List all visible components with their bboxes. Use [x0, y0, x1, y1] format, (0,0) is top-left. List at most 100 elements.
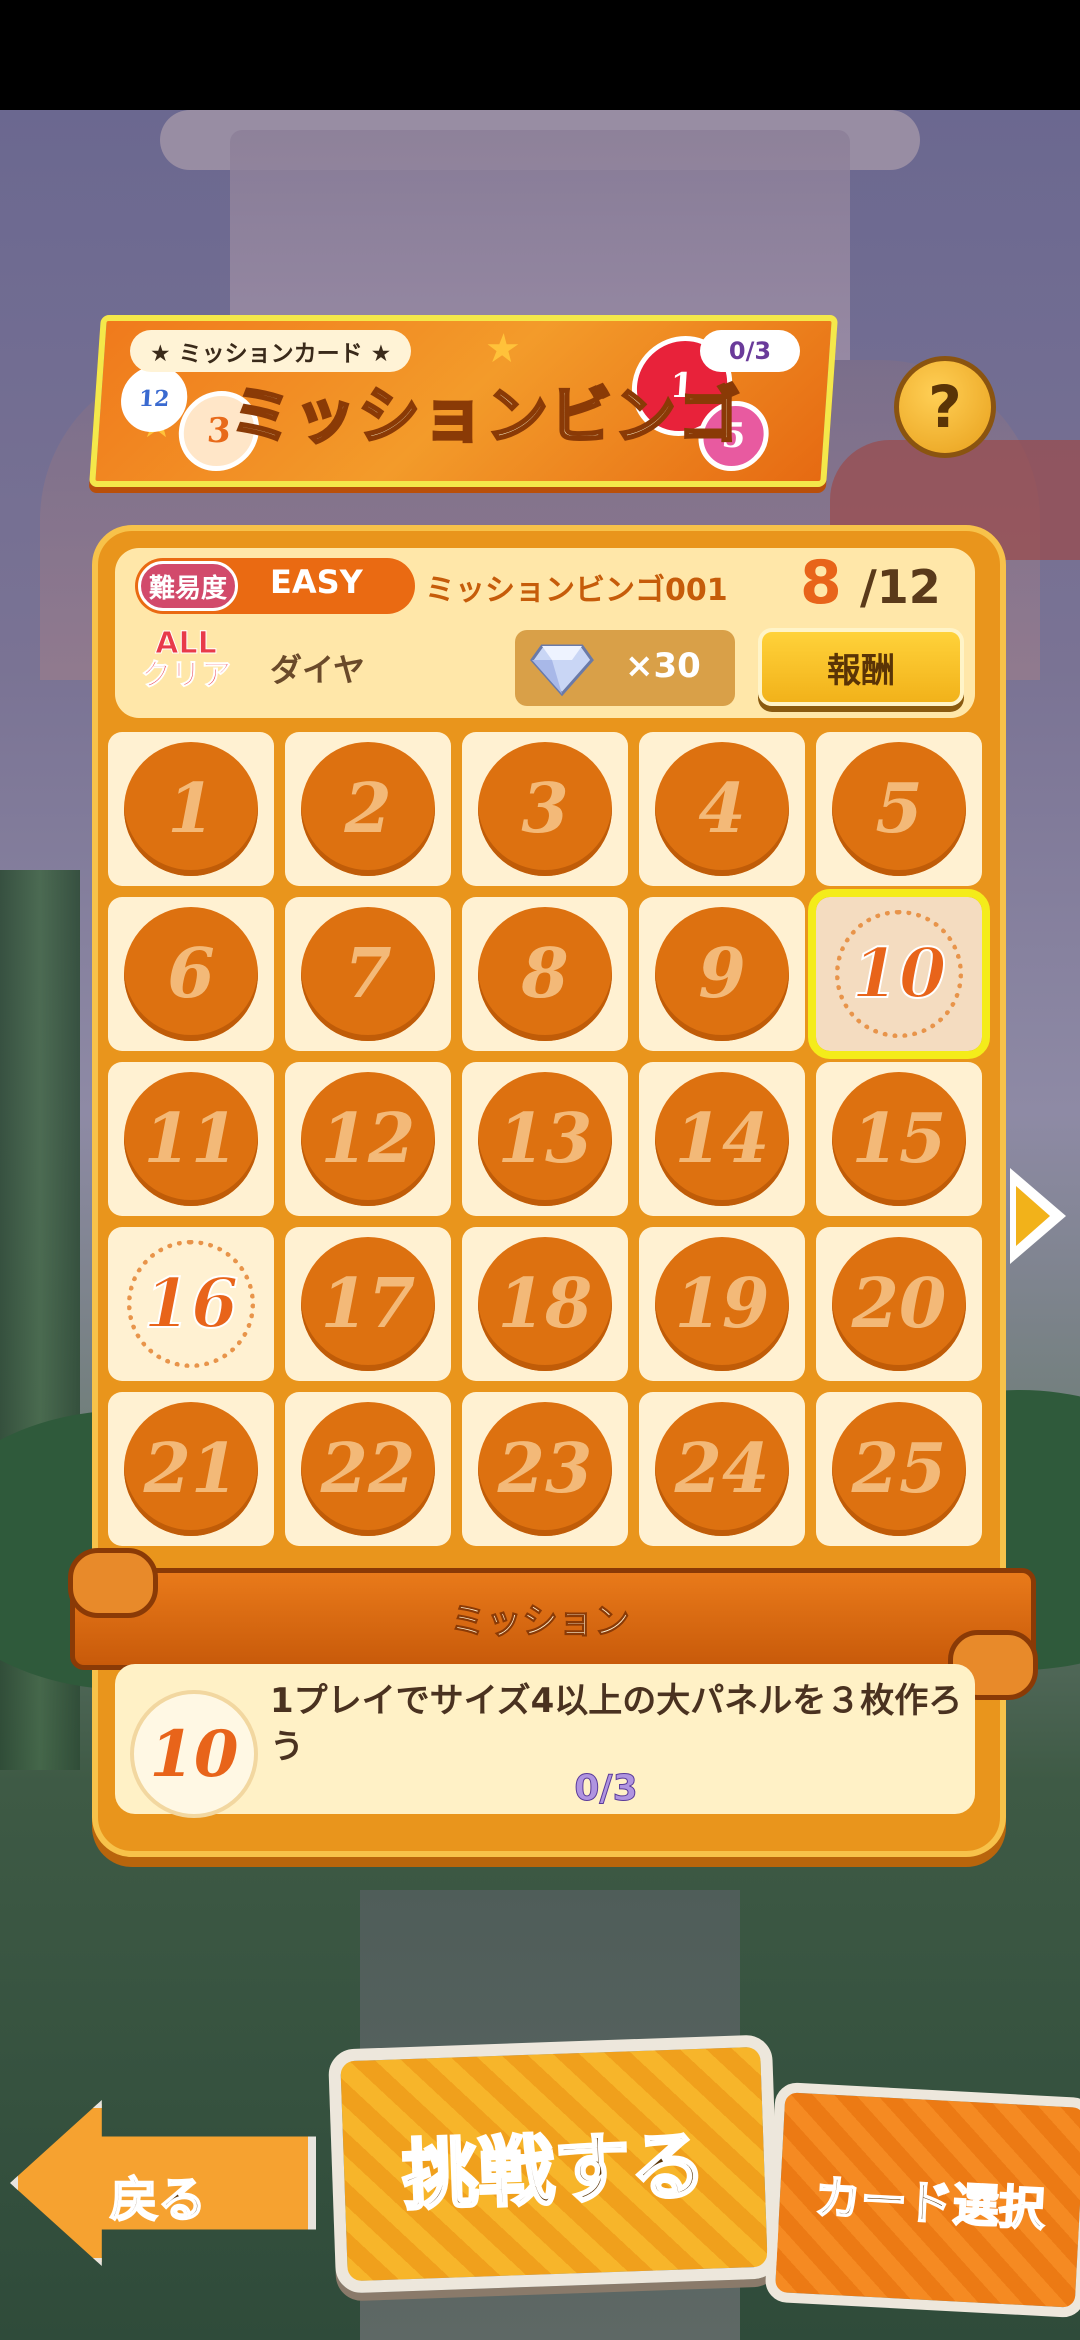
bingo-cell-number: 23 [497, 1429, 593, 1509]
challenge-button-label: 挑戦する [399, 2119, 709, 2222]
bingo-cell[interactable]: 18 [462, 1227, 628, 1381]
reward-button[interactable]: 報酬 [758, 628, 964, 706]
bingo-cell-disc: 20 [832, 1237, 966, 1371]
bingo-cell-number: 10 [851, 933, 948, 1015]
bingo-cell-number: 19 [674, 1264, 770, 1344]
bingo-cell-disc: 19 [655, 1237, 789, 1371]
banner-title: ミッションビンゴ [228, 378, 743, 454]
bingo-cell-number: 15 [851, 1099, 947, 1179]
bingo-cell[interactable]: 1 [108, 732, 274, 886]
bingo-cell-disc: 16 [127, 1240, 255, 1368]
bingo-cell-number: 2 [344, 769, 392, 849]
bingo-cell-number: 12 [320, 1099, 416, 1179]
bingo-cell[interactable]: 3 [462, 732, 628, 886]
bingo-cell-disc: 17 [301, 1237, 435, 1371]
bingo-cell-number: 18 [497, 1264, 593, 1344]
bingo-cell-number: 14 [674, 1099, 770, 1179]
bingo-cell-disc: 24 [655, 1402, 789, 1536]
bingo-cell-number: 6 [167, 934, 215, 1014]
diamond-icon [530, 644, 594, 697]
bingo-cell[interactable]: 24 [639, 1392, 805, 1546]
bingo-cell-number: 7 [344, 934, 392, 1014]
mission-description: 1プレイでサイズ4以上の大パネルを３枚作ろう [270, 1681, 963, 1767]
bingo-cell[interactable]: 4 [639, 732, 805, 886]
bingo-cell-disc: 22 [301, 1402, 435, 1536]
difficulty-value: EASY [270, 563, 363, 601]
mission-ribbon-title: ミッション [449, 1601, 630, 1643]
reward-quantity: ×30 [625, 646, 701, 686]
bingo-cell[interactable]: 11 [108, 1062, 274, 1216]
back-button-label: 戻る [109, 2171, 207, 2229]
bingo-cell[interactable]: 13 [462, 1062, 628, 1216]
bingo-cell[interactable]: 20 [816, 1227, 982, 1381]
bingo-cell-number: 24 [674, 1429, 770, 1509]
bingo-cell[interactable]: 10 [808, 889, 990, 1059]
bingo-cell-number: 3 [521, 769, 569, 849]
bingo-cell-disc: 11 [124, 1072, 258, 1206]
bingo-cell[interactable]: 25 [816, 1392, 982, 1546]
bingo-cell[interactable]: 9 [639, 897, 805, 1051]
bingo-cell-disc: 6 [124, 907, 258, 1041]
difficulty-label: 難易度 [138, 561, 238, 611]
bingo-cell-number: 4 [698, 769, 746, 849]
bingo-cell-number: 8 [521, 934, 569, 1014]
bingo-cell-disc: 2 [301, 742, 435, 876]
challenge-button[interactable]: 挑戦する [327, 2034, 781, 2294]
bingo-cell[interactable]: 7 [285, 897, 451, 1051]
bingo-cell[interactable]: 8 [462, 897, 628, 1051]
bingo-cell[interactable]: 22 [285, 1392, 451, 1546]
bingo-cell-disc: 18 [478, 1237, 612, 1371]
bingo-cell[interactable]: 19 [639, 1227, 805, 1381]
bingo-cell-number: 13 [497, 1099, 593, 1179]
card-name: ミッションビンゴ001 [425, 573, 728, 608]
bingo-cell-disc: 8 [478, 907, 612, 1041]
bingo-cell-disc: 7 [301, 907, 435, 1041]
bingo-cell-disc: 25 [832, 1402, 966, 1536]
bingo-cell-disc: 1 [124, 742, 258, 876]
bingo-cell-disc: 3 [478, 742, 612, 876]
bingo-cell-number: 17 [320, 1264, 416, 1344]
bingo-cell[interactable]: 5 [816, 732, 982, 886]
bingo-cell-disc: 5 [832, 742, 966, 876]
arrow-right-icon [1016, 1186, 1050, 1246]
bingo-cell[interactable]: 17 [285, 1227, 451, 1381]
total-count: /12 [860, 560, 941, 614]
help-button[interactable]: ? [894, 356, 996, 458]
bingo-cell-number: 1 [167, 769, 215, 849]
bingo-cell-disc: 21 [124, 1402, 258, 1536]
bingo-cell-disc: 14 [655, 1072, 789, 1206]
bingo-cell[interactable]: 23 [462, 1392, 628, 1546]
bingo-ball-icon: 12 [118, 366, 190, 432]
card-count-badge: 0/3 [700, 330, 800, 372]
bingo-cell-number: 11 [143, 1099, 239, 1179]
bingo-cell-disc: 4 [655, 742, 789, 876]
bingo-cell-disc: 23 [478, 1402, 612, 1536]
mission-progress: 0/3 [574, 1768, 638, 1810]
bingo-cell-disc: 9 [655, 907, 789, 1041]
bingo-cell-number: 21 [143, 1429, 239, 1509]
bingo-cell-number: 22 [320, 1429, 416, 1509]
card-select-button[interactable]: カード選択 [764, 2081, 1080, 2319]
bingo-cell[interactable]: 2 [285, 732, 451, 886]
bingo-cell-disc: 10 [835, 910, 963, 1038]
reward-name: ダイヤ [270, 651, 366, 689]
bingo-cell[interactable]: 16 [108, 1227, 274, 1381]
bingo-grid: 1 2 3 4 5 6 7 8 9 10 11 12 13 14 15 16 17 18 19 20 21 22 23 24 2… [108, 732, 990, 1552]
bingo-cell[interactable]: 15 [816, 1062, 982, 1216]
bingo-cell[interactable]: 6 [108, 897, 274, 1051]
status-bar [0, 0, 1080, 110]
bingo-cell[interactable]: 21 [108, 1392, 274, 1546]
allclear-label: ALL クリア [141, 626, 232, 693]
bingo-cell-number: 5 [875, 769, 923, 849]
bingo-cell-disc: 15 [832, 1072, 966, 1206]
bingo-cell-disc: 13 [478, 1072, 612, 1206]
bingo-cell-number: 25 [851, 1429, 947, 1509]
bingo-cell-number: 16 [143, 1263, 240, 1345]
bingo-cell[interactable]: 14 [639, 1062, 805, 1216]
bingo-cell[interactable]: 12 [285, 1062, 451, 1216]
card-select-button-label: カード選択 [813, 2169, 1048, 2237]
bingo-cell-disc: 12 [301, 1072, 435, 1206]
cleared-count: 8 [800, 548, 842, 618]
bingo-cell-number: 9 [698, 934, 746, 1014]
bingo-cell-number: 20 [851, 1264, 947, 1344]
